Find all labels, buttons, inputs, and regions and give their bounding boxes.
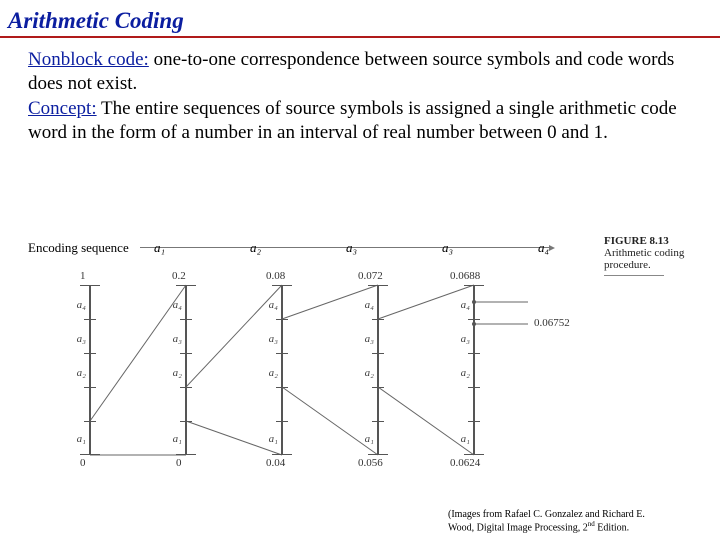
figure-number: FIGURE 8.13 (604, 235, 704, 247)
encseq-sym-4: a₃ (442, 240, 453, 256)
final-value: 0.06752 (534, 317, 570, 329)
slide-title: Arithmetic Coding (0, 0, 720, 34)
text-concept: The entire sequences of source symbols i… (28, 98, 677, 143)
encseq-sym-3: a₃ (346, 240, 357, 256)
keyword-nonblock: Nonblock code: (28, 49, 149, 70)
encseq-label: Encoding sequence (28, 240, 129, 256)
interval-panel-3: 0.08 0.04 a₄ a₃ a₂ a₁ (252, 285, 312, 455)
body-paragraph: Nonblock code: one-to-one correspondence… (0, 38, 720, 145)
interval-panel-5: 0.0688 0.0624 a₄ a₃ a₂ a₁ 0.06752 (444, 285, 504, 455)
arithmetic-coding-diagram: Encoding sequence a₁ a₂ a₃ a₃ a₄ (28, 235, 692, 475)
encseq-arrow (140, 247, 550, 248)
encseq-sym-2: a₂ (250, 240, 261, 256)
encseq-sym-1: a₁ (154, 240, 165, 256)
interval-panel-1: 1 0 a₄ a₃ a₂ a₁ (60, 285, 120, 455)
interval-panels: 1 0 a₄ a₃ a₂ a₁ 0.2 0 a₄ a₃ a₂ a₁ (28, 265, 588, 465)
encseq-sym-5: a₄ (538, 240, 549, 256)
figure-caption: FIGURE 8.13 Arithmetic coding procedure. (604, 235, 704, 276)
figure-text: Arithmetic coding procedure. (604, 247, 704, 271)
interval-panel-4: 0.072 0.056 a₄ a₃ a₂ a₁ (348, 285, 408, 455)
encoding-sequence-row: Encoding sequence a₁ a₂ a₃ a₃ a₄ (28, 235, 692, 265)
interval-panel-2: 0.2 0 a₄ a₃ a₂ a₁ (156, 285, 216, 455)
keyword-concept: Concept: (28, 98, 97, 119)
image-credit: (Images from Rafael C. Gonzalez and Rich… (448, 509, 708, 534)
